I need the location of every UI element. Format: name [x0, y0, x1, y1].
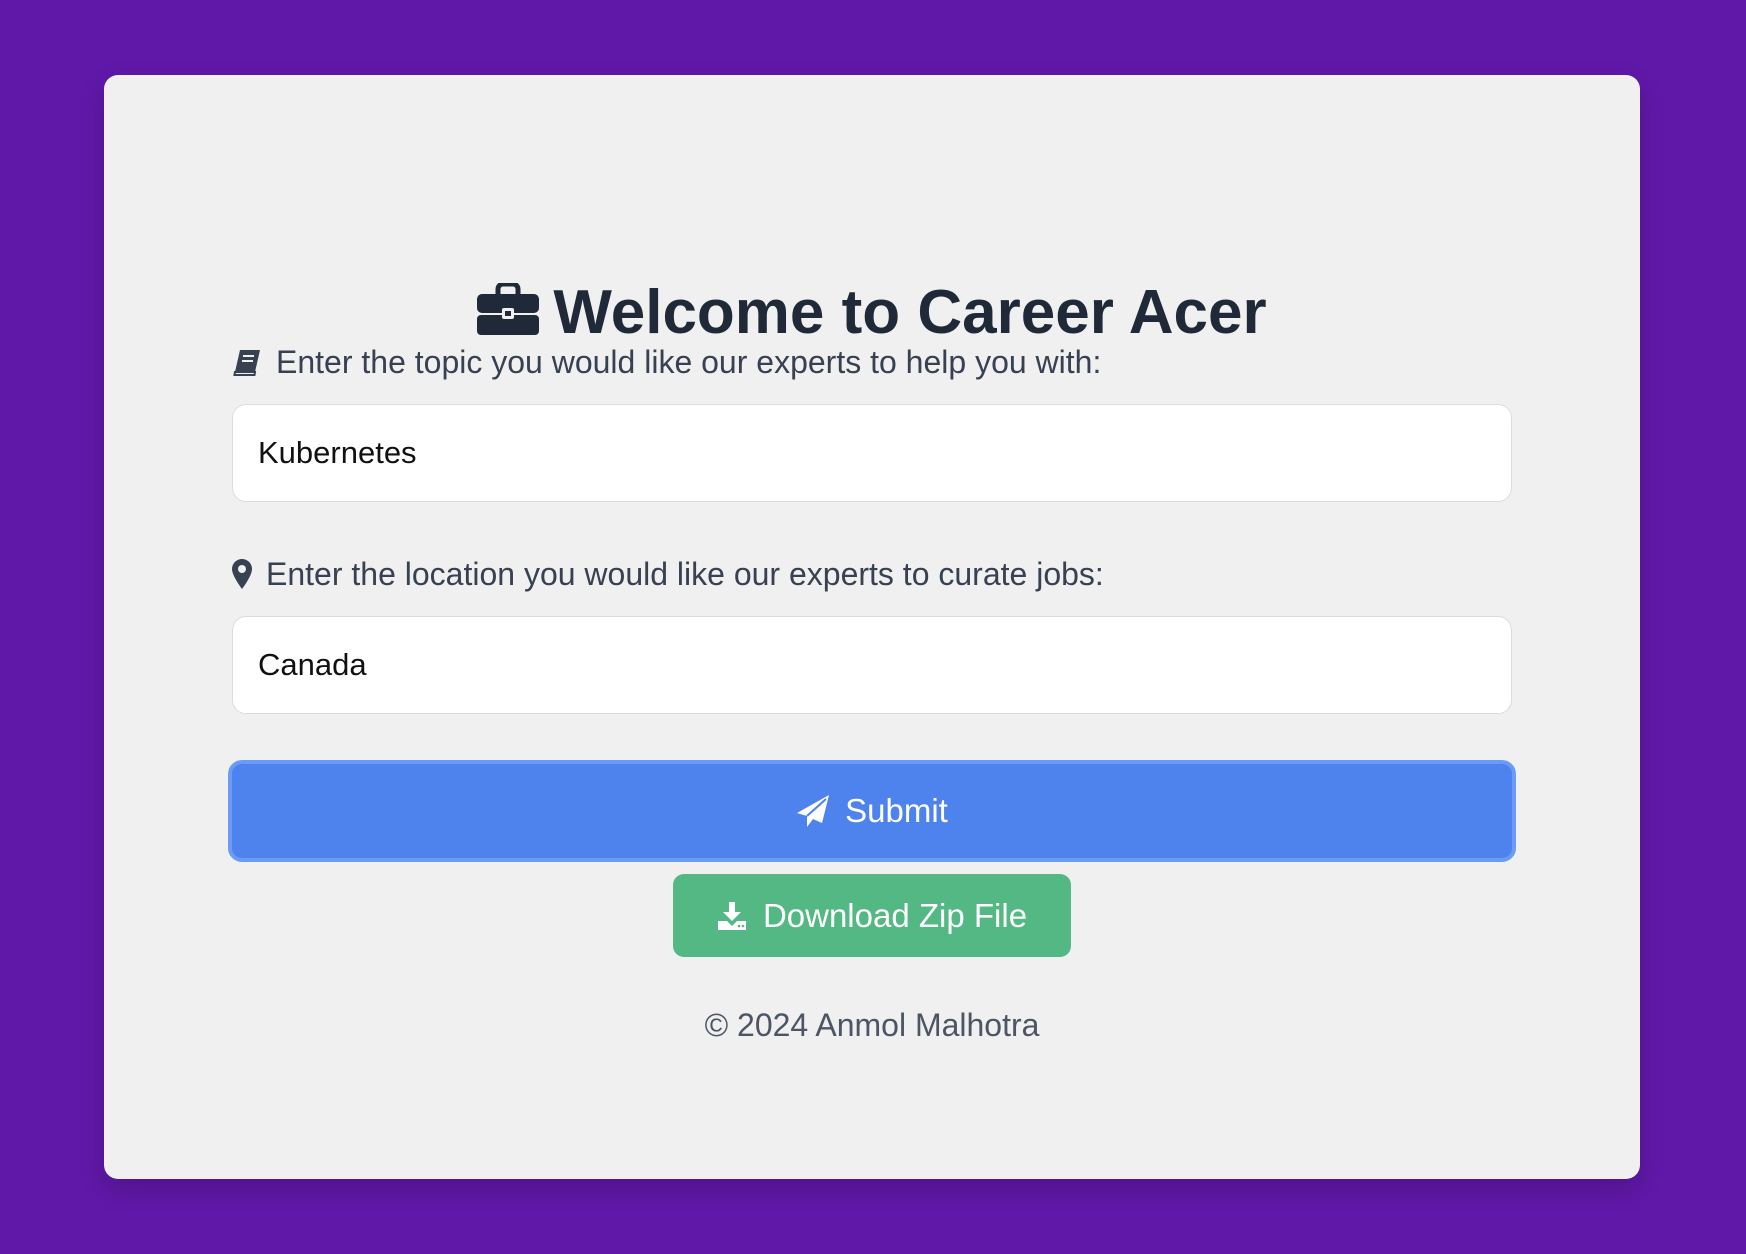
submit-button[interactable]: Submit: [228, 760, 1516, 862]
location-input[interactable]: [232, 616, 1512, 714]
location-label: Enter the location you would like our ex…: [232, 554, 1104, 594]
paper-plane-icon: [797, 795, 830, 827]
page-title: Welcome to Career Acer: [104, 273, 1640, 353]
download-zip-button[interactable]: Download Zip File: [673, 874, 1071, 957]
location-label-text: Enter the location you would like our ex…: [266, 556, 1104, 592]
download-icon: [717, 901, 746, 930]
topic-label-text: Enter the topic you would like our exper…: [276, 344, 1102, 380]
briefcase-icon: [477, 283, 540, 335]
topic-input[interactable]: [232, 404, 1512, 502]
map-marker-icon: [232, 559, 252, 589]
page-title-text: Welcome to Career Acer: [553, 278, 1267, 347]
copyright-footer: © 2024 Anmol Malhotra: [704, 1007, 1040, 1043]
book-icon: [233, 350, 260, 376]
topic-label: Enter the topic you would like our exper…: [232, 342, 1101, 382]
download-button-label: Download Zip File: [762, 896, 1028, 934]
submit-button-label: Submit: [845, 792, 948, 829]
main-card: Welcome to Career Acer Enter the topic y…: [104, 75, 1640, 1179]
